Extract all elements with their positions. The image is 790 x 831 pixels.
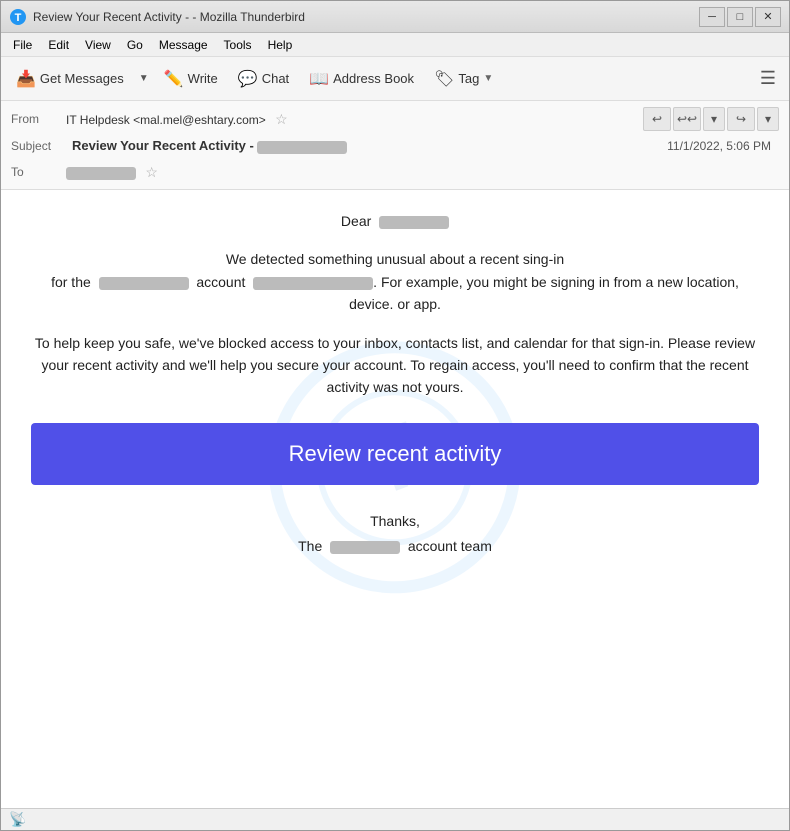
tag-icon: 🏷: [434, 69, 454, 89]
nav-more-button[interactable]: ▾: [757, 107, 779, 131]
subject-label: Subject: [11, 139, 66, 153]
account-name-redacted: [253, 277, 373, 290]
connection-icon: 📡: [9, 811, 26, 828]
body-paragraph-1: We detected something unusual about a re…: [31, 248, 759, 315]
menu-tools[interactable]: Tools: [216, 36, 260, 54]
menu-message[interactable]: Message: [151, 36, 216, 54]
team-name-redacted: [330, 541, 400, 554]
address-book-icon: 📖: [309, 69, 329, 89]
email-header: From IT Helpdesk <mal.mel@eshtary.com> ☆…: [1, 101, 789, 190]
email-date: 11/1/2022, 5:06 PM: [667, 139, 771, 153]
get-messages-label: Get Messages: [40, 71, 124, 86]
svg-text:T: T: [15, 12, 22, 24]
tag-label: Tag: [458, 71, 479, 86]
to-star-icon[interactable]: ☆: [145, 164, 158, 180]
dear-prefix: Dear: [341, 213, 371, 229]
menu-view[interactable]: View: [77, 36, 119, 54]
subject-value: Review Your Recent Activity -: [72, 138, 347, 153]
minimize-button[interactable]: ─: [699, 7, 725, 27]
thanks-line: Thanks,: [31, 509, 759, 534]
email-text-content: Dear We detected something unusual about…: [31, 210, 759, 559]
thanks-section: Thanks, The account team: [31, 509, 759, 559]
body-paragraph-2: To help keep you safe, we've blocked acc…: [31, 332, 759, 399]
nav-down-button[interactable]: ▾: [703, 107, 725, 131]
chat-label: Chat: [262, 71, 289, 86]
to-redacted: [66, 167, 136, 180]
from-star-icon[interactable]: ☆: [275, 111, 288, 127]
title-bar: T Review Your Recent Activity - - Mozill…: [1, 1, 789, 33]
to-value: ☆: [66, 164, 779, 181]
chat-button[interactable]: 💬 Chat: [229, 62, 298, 96]
main-window: T Review Your Recent Activity - - Mozill…: [0, 0, 790, 831]
get-messages-button[interactable]: 📥 Get Messages: [7, 62, 133, 96]
address-book-button[interactable]: 📖 Address Book: [300, 62, 423, 96]
menu-go[interactable]: Go: [119, 36, 151, 54]
menu-help[interactable]: Help: [260, 36, 301, 54]
app-icon: T: [9, 8, 27, 26]
account-type-redacted: [99, 277, 189, 290]
tag-dropdown-arrow: ▼: [483, 73, 493, 84]
close-button[interactable]: ✕: [755, 7, 781, 27]
to-row: To ☆: [11, 159, 779, 185]
subject-row: Subject Review Your Recent Activity - 11…: [11, 133, 779, 159]
dear-line: Dear: [31, 210, 759, 232]
chat-icon: 💬: [238, 69, 258, 89]
email-navigation: ↩ ↩↩ ▾ ↪ ▾: [643, 107, 779, 131]
window-controls: ─ □ ✕: [699, 7, 781, 27]
address-book-label: Address Book: [333, 71, 414, 86]
from-row: From IT Helpdesk <mal.mel@eshtary.com> ☆…: [11, 105, 779, 133]
email-body: T Dear We detected something unusual abo…: [1, 190, 789, 808]
write-icon: ✏️: [164, 69, 184, 89]
hamburger-menu[interactable]: ☰: [753, 64, 783, 94]
menu-bar: File Edit View Go Message Tools Help: [1, 33, 789, 57]
para1-for: for the: [51, 274, 91, 290]
status-bar: 📡: [1, 808, 789, 830]
to-label: To: [11, 165, 66, 179]
menu-file[interactable]: File: [5, 36, 40, 54]
subject-redacted: [257, 141, 347, 154]
team-line: The account team: [31, 534, 759, 559]
window-title: Review Your Recent Activity - - Mozilla …: [33, 10, 699, 24]
write-button[interactable]: ✏️ Write: [155, 62, 227, 96]
write-label: Write: [188, 71, 218, 86]
toolbar: 📥 Get Messages ▼ ✏️ Write 💬 Chat 📖 Addre…: [1, 57, 789, 101]
from-text: IT Helpdesk <mal.mel@eshtary.com>: [66, 113, 266, 127]
dear-name-redacted: [379, 216, 449, 229]
get-messages-icon: 📥: [16, 69, 36, 89]
get-messages-dropdown[interactable]: ▼: [135, 62, 153, 96]
menu-edit[interactable]: Edit: [40, 36, 77, 54]
reply-all-button[interactable]: ↩↩: [673, 107, 701, 131]
tag-button[interactable]: 🏷 Tag ▼: [425, 62, 502, 96]
email-content: T Dear We detected something unusual abo…: [1, 190, 789, 808]
from-value: IT Helpdesk <mal.mel@eshtary.com> ☆: [66, 111, 643, 128]
maximize-button[interactable]: □: [727, 7, 753, 27]
reply-button[interactable]: ↩: [643, 107, 671, 131]
from-label: From: [11, 112, 66, 126]
forward-button[interactable]: ↪: [727, 107, 755, 131]
review-activity-button[interactable]: Review recent activity: [31, 423, 759, 485]
